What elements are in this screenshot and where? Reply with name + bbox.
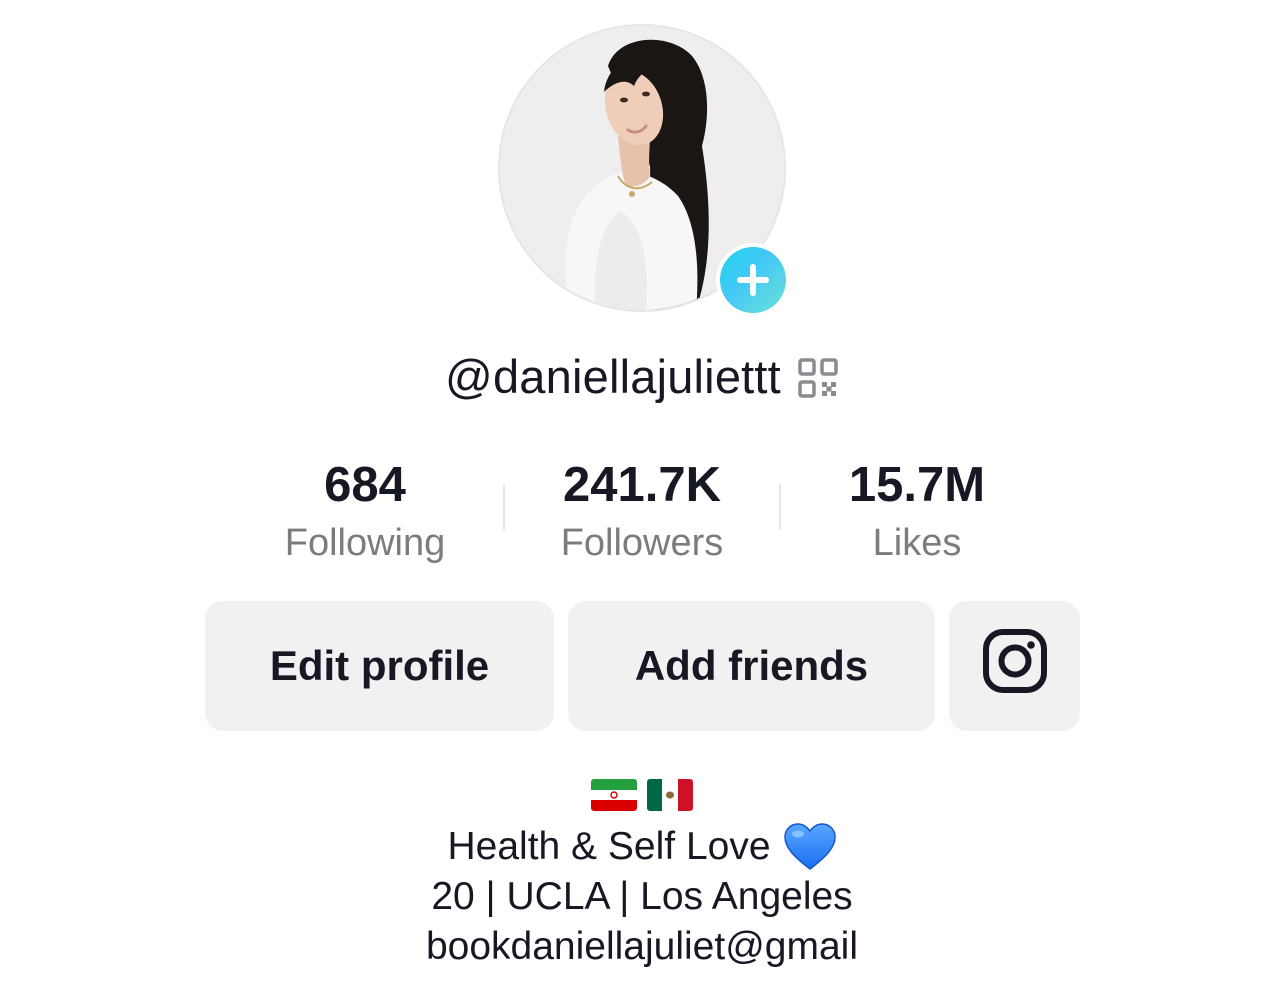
stat-divider (503, 484, 505, 530)
following-count: 684 (324, 458, 406, 512)
profile-stats: 684 Following 241.7K Followers 15.7M Lik… (0, 450, 1284, 580)
instagram-button[interactable] (949, 601, 1080, 731)
bio-line-2: 20 | UCLA | Los Angeles (431, 875, 853, 918)
stat-divider (779, 484, 781, 530)
likes-count: 15.7M (848, 458, 986, 512)
username-row: @daniellajuliettt (0, 344, 1284, 408)
bio-line-1: Health & Self Love (0, 822, 1284, 872)
followers-count: 241.7K (562, 458, 721, 512)
username: @daniellajuliettt (445, 349, 781, 403)
likes-label: Likes (872, 522, 962, 564)
iran-flag-icon (591, 779, 637, 811)
mexico-flag-icon (647, 779, 693, 811)
edit-profile-button[interactable]: Edit profile (205, 601, 554, 731)
following-label: Following (284, 522, 446, 564)
instagram-icon (982, 628, 1048, 704)
qr-code-icon[interactable] (797, 357, 839, 399)
bio-text-1: Health & Self Love (447, 825, 771, 868)
plus-icon (720, 247, 786, 313)
add-friends-button[interactable]: Add friends (568, 601, 935, 731)
bio-line-3: bookdaniellajuliet@gmail (425, 925, 858, 968)
stat-following[interactable]: 684 Following (235, 450, 495, 566)
avatar-container[interactable] (498, 24, 790, 317)
followers-label: Followers (560, 522, 724, 564)
stat-likes[interactable]: 15.7M Likes (787, 450, 1047, 566)
stat-followers[interactable]: 241.7K Followers (512, 450, 772, 566)
bio-flags (0, 773, 1284, 817)
add-story-button[interactable] (716, 243, 790, 317)
blue-heart-icon (783, 822, 837, 872)
bio: Health & Self Love 20 | UCLA | Los Angel… (0, 773, 1284, 972)
